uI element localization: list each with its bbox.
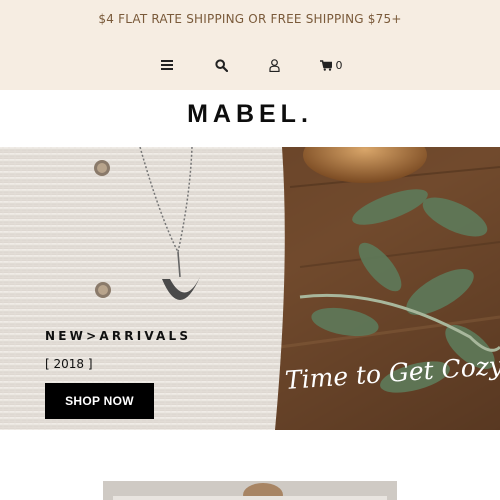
header-icon-bar: 0 bbox=[0, 56, 500, 76]
menu-icon[interactable] bbox=[160, 56, 174, 74]
search-icon[interactable] bbox=[213, 56, 229, 74]
top-bar: $4 FLAT RATE SHIPPING OR FREE SHIPPING $… bbox=[0, 0, 500, 90]
shop-now-button[interactable]: SHOP NOW bbox=[45, 383, 154, 419]
hero-year-label: [ 2018 ] bbox=[45, 357, 93, 371]
site-logo[interactable]: MABEL. bbox=[0, 100, 500, 129]
promo-banner-text[interactable]: $4 FLAT RATE SHIPPING OR FREE SHIPPING $… bbox=[0, 12, 500, 26]
account-icon[interactable] bbox=[267, 56, 281, 74]
cart-button[interactable]: 0 bbox=[316, 56, 346, 74]
product-image-preview[interactable] bbox=[103, 481, 397, 500]
hero-heading: NEW>ARRIVALS bbox=[45, 329, 192, 343]
cart-count: 0 bbox=[335, 58, 343, 72]
cart-icon bbox=[319, 59, 332, 71]
